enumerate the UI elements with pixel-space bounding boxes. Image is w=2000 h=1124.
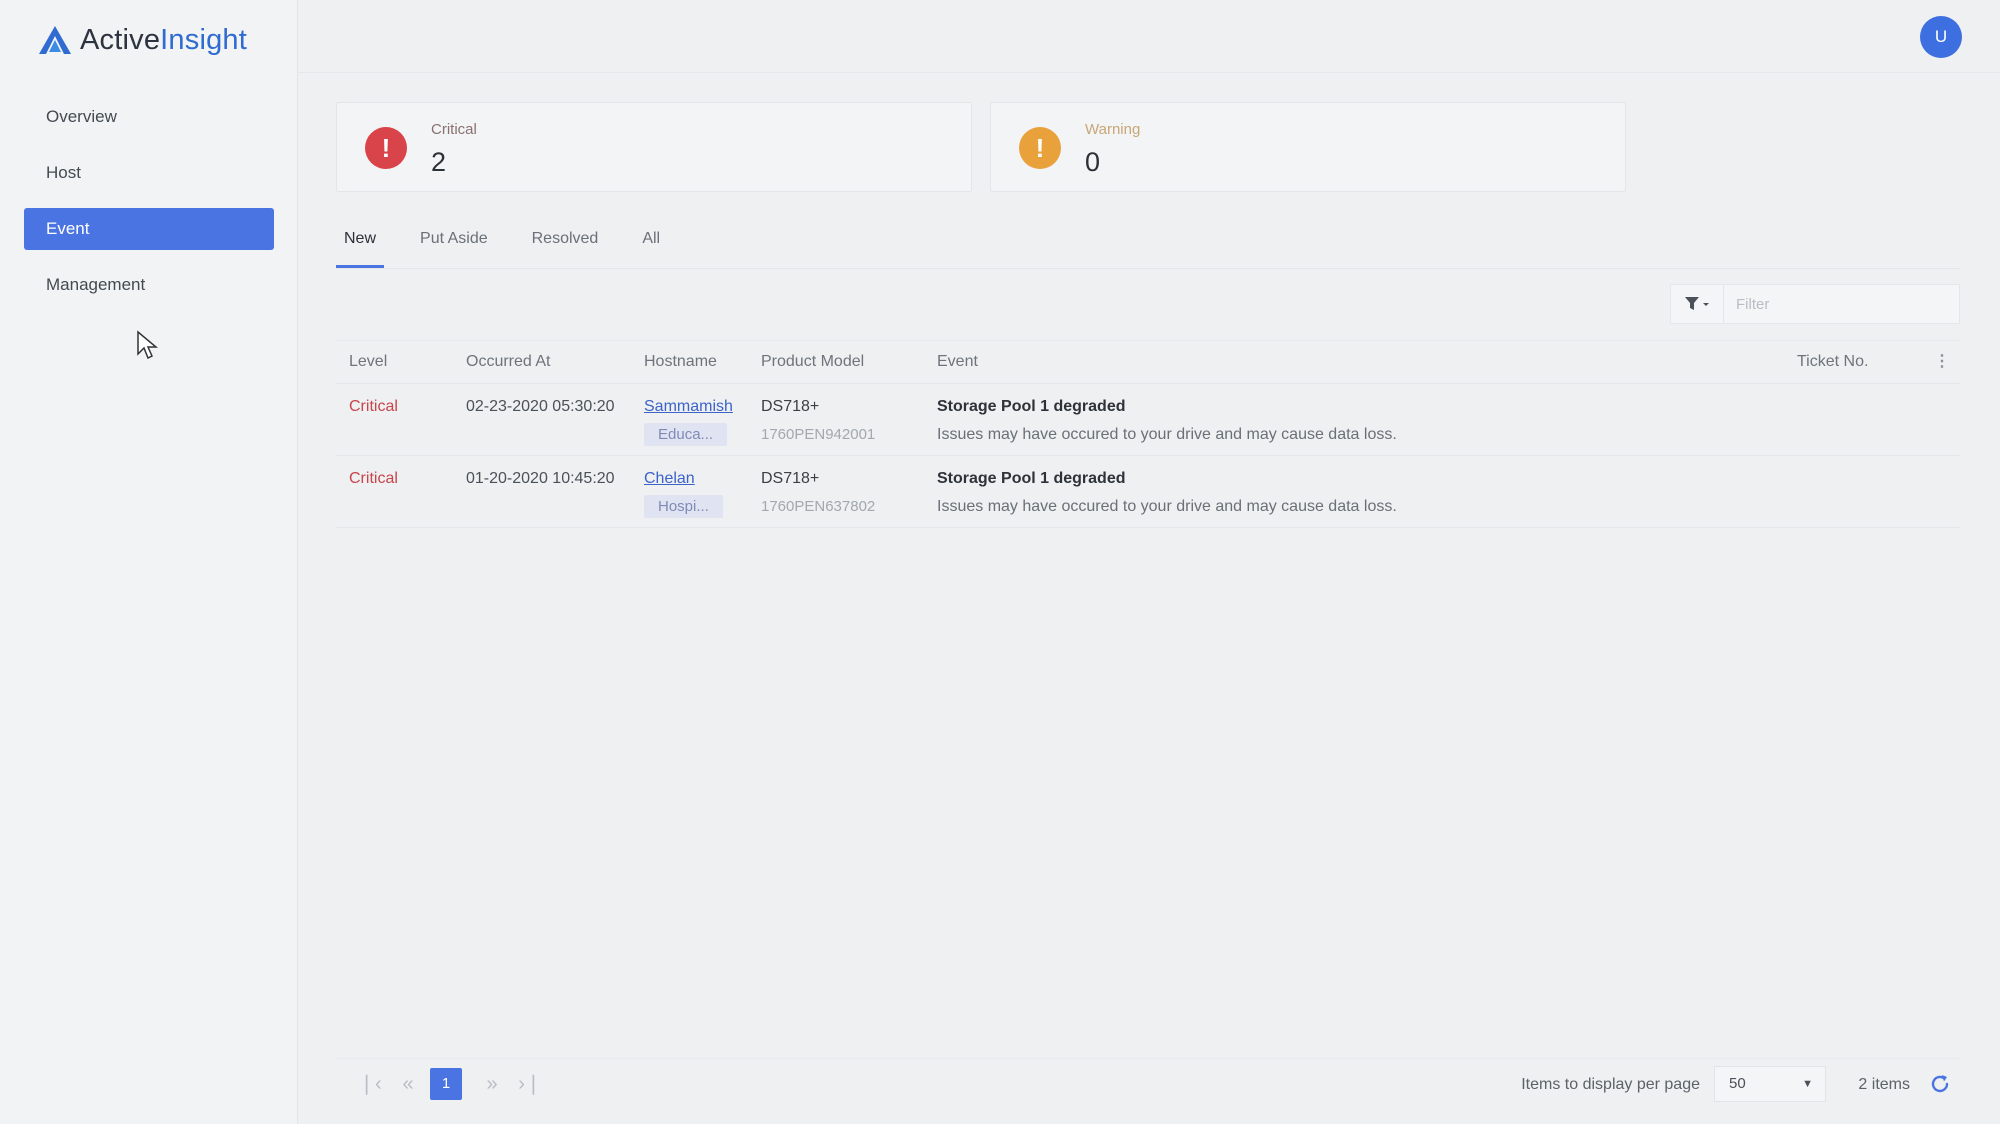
- product-model-cell: DS718+: [761, 470, 820, 487]
- sidebar: ActiveInsight Overview Host Event Manage…: [0, 0, 298, 1124]
- serial-number-cell: 1760PEN942001: [761, 426, 876, 443]
- tab-new[interactable]: New: [336, 222, 385, 268]
- warning-label: Warning: [1085, 121, 1141, 138]
- column-header-hostname[interactable]: Hostname: [644, 353, 717, 371]
- tab-resolved[interactable]: Resolved: [524, 222, 607, 268]
- host-tag: Hospi...: [644, 495, 723, 518]
- sidebar-item-event[interactable]: Event: [24, 208, 274, 250]
- per-page-select[interactable]: 50 ▼: [1714, 1066, 1826, 1102]
- warning-summary-card[interactable]: ! Warning 0: [990, 102, 1626, 192]
- tab-put-aside[interactable]: Put Aside: [412, 222, 496, 268]
- sidebar-item-overview[interactable]: Overview: [24, 96, 274, 138]
- top-bar: U: [298, 0, 2000, 73]
- next-pages-icon[interactable]: »: [476, 1068, 508, 1100]
- warning-exclamation-icon: !: [1019, 127, 1061, 169]
- column-header-occurred-at[interactable]: Occurred At: [466, 353, 550, 371]
- hostname-link[interactable]: Sammamish: [644, 398, 733, 416]
- sidebar-item-host[interactable]: Host: [24, 152, 274, 194]
- pagination: ❘‹ « 1 » ›❘: [354, 1068, 552, 1100]
- critical-exclamation-icon: !: [365, 127, 407, 169]
- occurred-at-cell: 01-20-2020 10:45:20: [466, 470, 615, 487]
- product-model-cell: DS718+: [761, 398, 820, 415]
- event-title-cell: Storage Pool 1 degraded: [937, 398, 1126, 415]
- total-items-count: 2 items: [1858, 1076, 1910, 1093]
- column-header-product-model[interactable]: Product Model: [761, 353, 864, 371]
- sidebar-item-management[interactable]: Management: [24, 264, 274, 306]
- per-page-value: 50: [1729, 1075, 1746, 1092]
- critical-summary-card[interactable]: ! Critical 2: [336, 102, 972, 192]
- hostname-link[interactable]: Chelan: [644, 470, 695, 488]
- critical-count: 2: [431, 147, 447, 177]
- filter-box: [1670, 284, 1960, 324]
- event-title-cell: Storage Pool 1 degraded: [937, 470, 1126, 487]
- filter-funnel-icon: [1685, 297, 1709, 310]
- last-page-icon[interactable]: ›❘: [514, 1068, 546, 1100]
- per-page-label: Items to display per page: [1521, 1076, 1700, 1093]
- logo-icon: [39, 26, 71, 54]
- column-header-ticket-no[interactable]: Ticket No.: [1797, 353, 1868, 371]
- chevron-down-icon: ▼: [1802, 1078, 1813, 1090]
- level-cell: Critical: [349, 470, 398, 487]
- mouse-cursor-icon: [137, 330, 158, 360]
- filter-input[interactable]: [1734, 294, 1938, 314]
- events-table: Level Occurred At Hostname Product Model…: [336, 340, 1960, 528]
- page-number-button[interactable]: 1: [430, 1068, 462, 1100]
- refresh-icon[interactable]: [1928, 1072, 1952, 1096]
- host-tag: Educa...: [644, 423, 728, 446]
- event-description-cell: Issues may have occured to your drive an…: [937, 426, 1397, 443]
- table-row[interactable]: Critical 02-23-2020 05:30:20 Sammamish E…: [336, 384, 1960, 456]
- column-header-event[interactable]: Event: [937, 353, 978, 371]
- level-cell: Critical: [349, 398, 398, 415]
- event-description-cell: Issues may have occured to your drive an…: [937, 498, 1397, 515]
- tabs-divider: [336, 268, 1960, 269]
- table-row[interactable]: Critical 01-20-2020 10:45:20 Chelan Hosp…: [336, 456, 1960, 528]
- app-name: ActiveInsight: [80, 23, 248, 56]
- app-logo[interactable]: ActiveInsight: [38, 20, 247, 60]
- previous-pages-icon[interactable]: «: [392, 1068, 424, 1100]
- user-avatar[interactable]: U: [1920, 16, 1962, 58]
- first-page-icon[interactable]: ❘‹: [354, 1068, 386, 1100]
- warning-count: 0: [1085, 147, 1101, 177]
- pagination-divider: [336, 1058, 1960, 1059]
- serial-number-cell: 1760PEN637802: [761, 498, 876, 515]
- filter-dropdown-button[interactable]: [1671, 285, 1724, 323]
- event-tabs: New Put Aside Resolved All: [336, 222, 696, 268]
- tab-all[interactable]: All: [634, 222, 668, 268]
- column-settings-icon[interactable]: ⋮: [1934, 351, 1950, 371]
- sidebar-nav: Overview Host Event Management: [24, 96, 274, 320]
- column-header-level[interactable]: Level: [349, 353, 387, 371]
- critical-label: Critical: [431, 121, 477, 138]
- occurred-at-cell: 02-23-2020 05:30:20: [466, 398, 615, 415]
- table-header: Level Occurred At Hostname Product Model…: [336, 340, 1960, 384]
